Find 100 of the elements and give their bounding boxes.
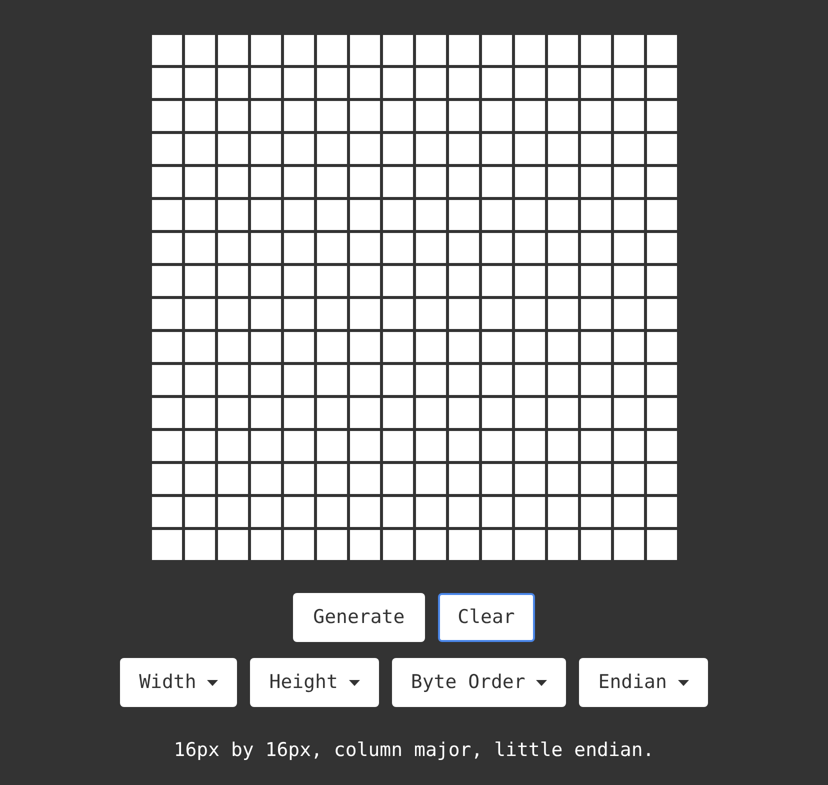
pixel-cell[interactable] <box>580 497 610 527</box>
pixel-cell[interactable] <box>184 464 214 494</box>
pixel-cell[interactable] <box>382 200 412 230</box>
pixel-cell[interactable] <box>184 233 214 263</box>
pixel-cell[interactable] <box>350 431 380 461</box>
pixel-cell[interactable] <box>514 134 544 164</box>
pixel-cell[interactable] <box>316 134 346 164</box>
pixel-cell[interactable] <box>646 134 676 164</box>
pixel-cell[interactable] <box>284 200 314 230</box>
pixel-cell[interactable] <box>514 299 544 329</box>
pixel-cell[interactable] <box>614 167 644 197</box>
pixel-cell[interactable] <box>152 464 182 494</box>
pixel-cell[interactable] <box>218 35 248 65</box>
pixel-cell[interactable] <box>580 101 610 131</box>
pixel-cell[interactable] <box>646 299 676 329</box>
pixel-cell[interactable] <box>514 332 544 362</box>
pixel-cell[interactable] <box>152 266 182 296</box>
pixel-cell[interactable] <box>482 101 512 131</box>
pixel-cell[interactable] <box>250 365 280 395</box>
pixel-cell[interactable] <box>482 299 512 329</box>
pixel-cell[interactable] <box>416 134 446 164</box>
pixel-cell[interactable] <box>614 365 644 395</box>
pixel-cell[interactable] <box>152 101 182 131</box>
pixel-cell[interactable] <box>284 101 314 131</box>
pixel-cell[interactable] <box>350 299 380 329</box>
pixel-cell[interactable] <box>614 530 644 560</box>
pixel-cell[interactable] <box>514 35 544 65</box>
pixel-cell[interactable] <box>350 332 380 362</box>
pixel-cell[interactable] <box>416 464 446 494</box>
pixel-cell[interactable] <box>416 365 446 395</box>
pixel-cell[interactable] <box>218 530 248 560</box>
pixel-cell[interactable] <box>416 101 446 131</box>
pixel-cell[interactable] <box>580 68 610 98</box>
pixel-cell[interactable] <box>448 134 478 164</box>
pixel-cell[interactable] <box>416 68 446 98</box>
pixel-cell[interactable] <box>548 233 578 263</box>
pixel-cell[interactable] <box>646 266 676 296</box>
pixel-cell[interactable] <box>382 134 412 164</box>
pixel-cell[interactable] <box>350 68 380 98</box>
pixel-cell[interactable] <box>152 365 182 395</box>
pixel-cell[interactable] <box>382 299 412 329</box>
pixel-cell[interactable] <box>548 266 578 296</box>
pixel-cell[interactable] <box>482 266 512 296</box>
pixel-cell[interactable] <box>614 299 644 329</box>
dropdown-button[interactable]: Width <box>120 658 238 707</box>
pixel-cell[interactable] <box>548 200 578 230</box>
pixel-cell[interactable] <box>218 464 248 494</box>
pixel-cell[interactable] <box>284 431 314 461</box>
pixel-cell[interactable] <box>646 233 676 263</box>
pixel-cell[interactable] <box>548 530 578 560</box>
pixel-cell[interactable] <box>350 167 380 197</box>
pixel-cell[interactable] <box>646 200 676 230</box>
pixel-cell[interactable] <box>184 167 214 197</box>
pixel-cell[interactable] <box>448 299 478 329</box>
pixel-cell[interactable] <box>350 134 380 164</box>
pixel-cell[interactable] <box>482 332 512 362</box>
pixel-cell[interactable] <box>614 497 644 527</box>
pixel-cell[interactable] <box>514 431 544 461</box>
pixel-cell[interactable] <box>646 68 676 98</box>
pixel-cell[interactable] <box>580 299 610 329</box>
pixel-cell[interactable] <box>646 530 676 560</box>
pixel-cell[interactable] <box>614 431 644 461</box>
pixel-cell[interactable] <box>184 332 214 362</box>
pixel-cell[interactable] <box>284 464 314 494</box>
pixel-cell[interactable] <box>514 167 544 197</box>
pixel-cell[interactable] <box>482 134 512 164</box>
pixel-cell[interactable] <box>416 332 446 362</box>
pixel-cell[interactable] <box>580 35 610 65</box>
pixel-cell[interactable] <box>316 68 346 98</box>
pixel-cell[interactable] <box>250 167 280 197</box>
pixel-cell[interactable] <box>646 167 676 197</box>
pixel-cell[interactable] <box>184 365 214 395</box>
pixel-cell[interactable] <box>580 398 610 428</box>
pixel-cell[interactable] <box>416 233 446 263</box>
pixel-cell[interactable] <box>482 68 512 98</box>
pixel-cell[interactable] <box>382 332 412 362</box>
pixel-cell[interactable] <box>614 332 644 362</box>
pixel-cell[interactable] <box>448 101 478 131</box>
pixel-cell[interactable] <box>416 299 446 329</box>
pixel-cell[interactable] <box>316 530 346 560</box>
pixel-cell[interactable] <box>184 431 214 461</box>
pixel-cell[interactable] <box>382 68 412 98</box>
pixel-cell[interactable] <box>316 101 346 131</box>
pixel-cell[interactable] <box>448 464 478 494</box>
pixel-cell[interactable] <box>482 167 512 197</box>
pixel-cell[interactable] <box>580 134 610 164</box>
pixel-cell[interactable] <box>218 299 248 329</box>
pixel-cell[interactable] <box>382 398 412 428</box>
pixel-cell[interactable] <box>514 68 544 98</box>
pixel-cell[interactable] <box>250 266 280 296</box>
pixel-cell[interactable] <box>382 233 412 263</box>
pixel-cell[interactable] <box>548 299 578 329</box>
pixel-cell[interactable] <box>250 332 280 362</box>
dropdown-button[interactable]: Endian <box>579 658 708 707</box>
pixel-cell[interactable] <box>580 365 610 395</box>
pixel-cell[interactable] <box>514 200 544 230</box>
pixel-cell[interactable] <box>316 365 346 395</box>
pixel-cell[interactable] <box>250 431 280 461</box>
pixel-cell[interactable] <box>514 266 544 296</box>
pixel-cell[interactable] <box>152 398 182 428</box>
